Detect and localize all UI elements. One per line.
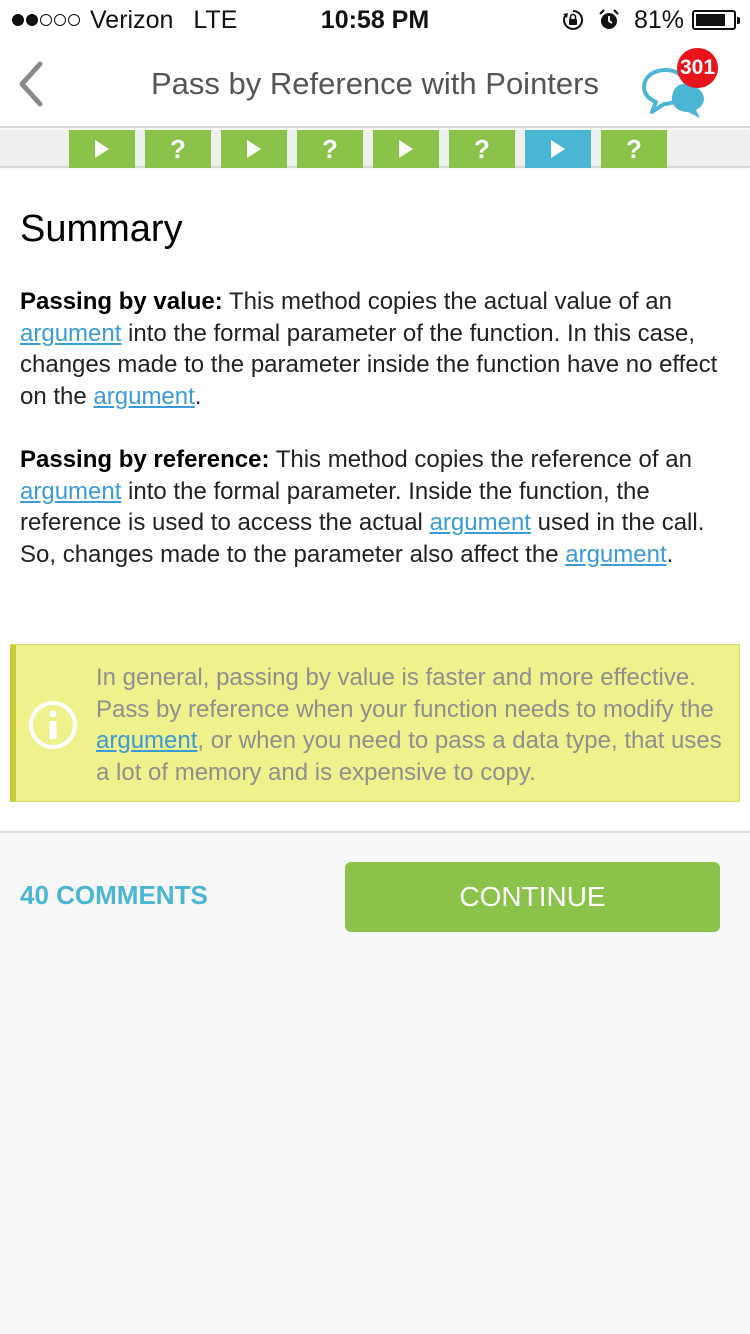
signal-dot — [40, 14, 52, 26]
signal-dot — [12, 14, 24, 26]
quiz-icon: ? — [626, 133, 642, 164]
step-quiz-2[interactable]: ? — [145, 130, 211, 168]
orientation-lock-icon — [562, 9, 583, 30]
paragraph-pass-by-value: Passing by value: This method copies the… — [20, 286, 730, 412]
play-icon — [399, 140, 413, 158]
glossary-link-argument[interactable]: argument — [96, 727, 197, 754]
battery-fill — [696, 14, 726, 26]
status-bar: Verizon LTE 10:58 PM 81% — [0, 0, 750, 40]
alarm-icon — [599, 9, 619, 29]
play-icon — [247, 140, 261, 158]
step-quiz-6[interactable]: ? — [449, 130, 515, 168]
discussion-button[interactable]: 301 — [640, 48, 720, 120]
nav-bar: Pass by Reference with Pointers 301 — [0, 40, 750, 128]
lesson-content: Summary Passing by value: This method co… — [0, 170, 750, 833]
glossary-link-argument[interactable]: argument — [565, 541, 666, 568]
text: This method copies the actual value of a… — [222, 288, 672, 315]
battery-tip — [737, 17, 740, 24]
lesson-progress-strip: ???? — [0, 130, 750, 168]
paragraph-pass-by-reference: Passing by reference: This method copies… — [20, 444, 730, 570]
page-title: Pass by Reference with Pointers — [151, 66, 599, 101]
glossary-link-argument[interactable]: argument — [430, 509, 531, 536]
quiz-icon: ? — [170, 133, 186, 164]
network-type: LTE — [193, 5, 238, 34]
glossary-link-argument[interactable]: argument — [20, 478, 121, 505]
signal-dot — [26, 14, 38, 26]
term-pass-by-reference: Passing by reference: — [20, 446, 270, 473]
text: . — [194, 382, 202, 410]
play-icon — [551, 140, 565, 158]
signal-dots-icon — [12, 14, 82, 26]
text: In general, passing by value is faster a… — [96, 664, 714, 723]
continue-button[interactable]: CONTINUE — [345, 862, 720, 932]
step-lesson-5[interactable] — [373, 130, 439, 168]
comments-link[interactable]: 40 COMMENTS — [20, 880, 208, 911]
section-heading: Summary — [20, 208, 183, 250]
quiz-icon: ? — [474, 133, 490, 164]
chat-badge: 301 — [677, 48, 719, 88]
carrier-name: Verizon — [90, 5, 174, 34]
glossary-link-argument[interactable]: argument — [93, 383, 194, 410]
text: This method copies the reference of an — [269, 446, 692, 473]
battery-icon — [692, 10, 740, 30]
info-icon — [29, 701, 77, 749]
step-quiz-4[interactable]: ? — [297, 130, 363, 168]
quiz-icon: ? — [322, 133, 338, 164]
glossary-link-argument[interactable]: argument — [20, 320, 121, 347]
info-note: In general, passing by value is faster a… — [10, 644, 740, 802]
step-quiz-8[interactable]: ? — [601, 130, 667, 168]
note-text: In general, passing by value is faster a… — [96, 662, 736, 788]
status-left: Verizon LTE — [12, 6, 237, 35]
play-icon — [95, 140, 109, 158]
step-lesson-1[interactable] — [69, 130, 135, 168]
status-right: 81% — [562, 5, 740, 35]
battery-percent: 81% — [633, 5, 684, 34]
term-pass-by-value: Passing by value: — [20, 288, 223, 315]
signal-dot — [54, 14, 66, 26]
signal-dot — [68, 14, 80, 26]
step-lesson-7[interactable] — [525, 130, 591, 168]
chevron-left-icon[interactable] — [12, 60, 52, 108]
text: . — [666, 540, 674, 568]
step-lesson-3[interactable] — [221, 130, 287, 168]
